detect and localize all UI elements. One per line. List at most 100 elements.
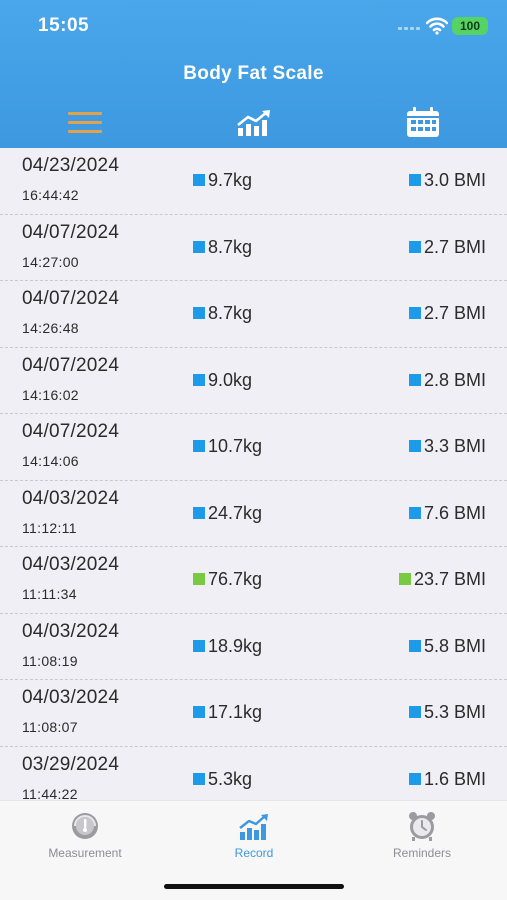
record-bmi: 1.6 BMI <box>408 768 486 790</box>
record-row[interactable]: 04/23/2024 16:44:42 9.7kg 3.0 BMI <box>0 148 507 215</box>
tab-record[interactable]: Record <box>194 811 314 871</box>
bmi-status-indicator <box>398 573 411 585</box>
bmi-status-indicator <box>408 174 421 186</box>
bmi-status-indicator <box>408 772 421 785</box>
tab-label: Record <box>234 846 274 860</box>
record-time: 14:16:02 <box>22 386 79 403</box>
record-time: 11:08:07 <box>22 719 78 735</box>
status-time: 15:05 <box>38 15 90 36</box>
record-time: 11:08:19 <box>22 652 78 669</box>
record-time: 14:14:06 <box>22 453 79 469</box>
weight-value: 9.7kg <box>208 170 253 190</box>
bmi-value: 5.3 BMI <box>423 702 486 722</box>
record-weight: 8.7kg <box>193 303 252 324</box>
weight-value: 8.7kg <box>208 236 253 257</box>
chart-icon <box>239 814 268 840</box>
bmi-status-indicator <box>408 639 421 652</box>
bmi-status-indicator <box>408 373 421 386</box>
app-header: 15:05 100 Body Fat Scale <box>0 0 507 148</box>
bmi-value: 3.0 BMI <box>423 170 486 190</box>
record-date: 04/03/2024 <box>22 620 120 642</box>
record-row[interactable]: 04/07/2024 14:14:06 10.7kg 3.3 BMI <box>0 414 507 481</box>
page-title: Body Fat Scale <box>183 63 324 84</box>
record-row[interactable]: 04/03/2024 11:11:34 76.7kg 23.7 BMI <box>0 547 507 614</box>
tab-measurement[interactable]: Measurement <box>25 811 145 871</box>
tab-label: Measurement <box>48 846 122 860</box>
weight-status-indicator <box>193 307 205 319</box>
weight-value: 5.3kg <box>208 768 253 789</box>
record-date: 04/07/2024 <box>22 354 120 376</box>
weight-value: 9.0kg <box>208 369 253 390</box>
gauge-icon <box>72 813 98 839</box>
record-list[interactable]: 04/23/2024 16:44:42 9.7kg 3.0 BMI 04/07/2024… <box>0 148 507 800</box>
record-weight: 9.0kg <box>193 370 252 391</box>
record-row[interactable]: 04/07/2024 14:27:00 8.7kg 2.7 BMI <box>0 215 507 281</box>
record-date: 04/07/2024 <box>22 288 120 309</box>
record-time: 11:12:11 <box>22 519 77 536</box>
record-weight: 17.1kg <box>193 702 262 723</box>
record-bmi: 5.8 BMI <box>408 635 486 657</box>
chart-icon[interactable] <box>236 109 272 137</box>
record-row[interactable]: 04/07/2024 14:16:02 9.0kg 2.8 BMI <box>0 348 507 414</box>
alarm-clock-icon <box>409 812 435 841</box>
record-bmi: 3.3 BMI <box>408 436 486 457</box>
menu-icon[interactable] <box>68 110 102 136</box>
bmi-value: 2.8 BMI <box>423 369 486 390</box>
wifi-icon <box>426 17 448 35</box>
bmi-status-indicator <box>408 706 421 718</box>
record-bmi: 3.0 BMI <box>408 170 486 191</box>
weight-value: 17.1kg <box>208 702 263 722</box>
record-weight: 10.7kg <box>193 436 262 457</box>
battery-indicator: 100 <box>452 17 488 35</box>
tab-label: Reminders <box>392 846 452 860</box>
bmi-value: 3.3 BMI <box>423 436 486 456</box>
record-row[interactable]: 03/29/2024 11:44:22 5.3kg 1.6 BMI <box>0 747 507 801</box>
weight-status-indicator <box>193 373 205 386</box>
weight-value: 24.7kg <box>208 502 263 523</box>
record-weight: 5.3kg <box>193 769 252 790</box>
bmi-value: 5.8 BMI <box>423 635 486 656</box>
record-bmi: 2.7 BMI <box>408 236 486 258</box>
weight-value: 10.7kg <box>208 436 263 456</box>
weight-status-indicator <box>193 506 205 519</box>
record-time: 11:44:22 <box>22 785 78 801</box>
weight-status-indicator <box>193 174 205 186</box>
weight-status-indicator <box>193 706 205 718</box>
record-row[interactable]: 04/03/2024 11:08:19 18.9kg 5.8 BMI <box>0 614 507 680</box>
record-row[interactable]: 04/03/2024 11:08:07 17.1kg 5.3 BMI <box>0 680 507 747</box>
bmi-status-indicator <box>408 240 421 253</box>
weight-status-indicator <box>193 440 205 452</box>
weight-value: 76.7kg <box>208 569 263 589</box>
record-row[interactable]: 04/07/2024 14:26:48 8.7kg 2.7 BMI <box>0 281 507 348</box>
bmi-status-indicator <box>408 440 421 452</box>
record-bmi: 7.6 BMI <box>408 502 486 524</box>
bmi-value: 23.7 BMI <box>413 569 486 589</box>
header-toolbar <box>0 100 507 148</box>
record-date: 03/29/2024 <box>22 753 120 775</box>
record-weight: 9.7kg <box>193 170 252 191</box>
weight-status-indicator <box>193 639 205 652</box>
record-date: 04/07/2024 <box>22 221 120 243</box>
bmi-status-indicator <box>408 506 421 519</box>
record-weight: 8.7kg <box>193 237 252 258</box>
record-row[interactable]: 04/03/2024 11:12:11 24.7kg 7.6 BMI <box>0 481 507 547</box>
weight-value: 18.9kg <box>208 635 263 656</box>
record-bmi: 5.3 BMI <box>408 702 486 723</box>
record-time: 14:26:48 <box>22 320 79 336</box>
calendar-icon[interactable] <box>405 106 441 138</box>
record-date: 04/03/2024 <box>22 554 120 575</box>
bmi-value: 2.7 BMI <box>423 236 486 257</box>
bmi-value: 1.6 BMI <box>423 768 486 789</box>
record-date: 04/03/2024 <box>22 687 120 708</box>
home-indicator[interactable] <box>164 884 344 889</box>
weight-status-indicator <box>193 240 205 253</box>
record-bmi: 2.8 BMI <box>408 369 486 391</box>
weight-value: 8.7kg <box>208 303 253 323</box>
weight-status-indicator <box>193 573 205 585</box>
record-date: 04/23/2024 <box>22 155 120 176</box>
record-bmi: 23.7 BMI <box>398 569 486 590</box>
tab-reminders[interactable]: Reminders <box>362 811 482 871</box>
record-time: 16:44:42 <box>22 187 79 203</box>
bmi-value: 7.6 BMI <box>423 502 486 523</box>
signal-dots-icon <box>398 27 422 31</box>
